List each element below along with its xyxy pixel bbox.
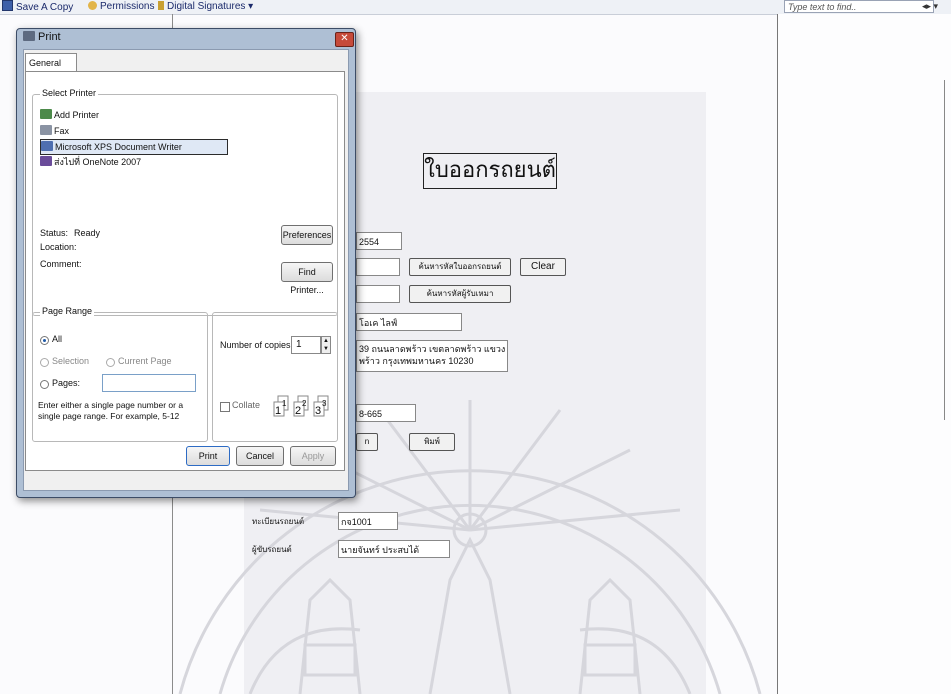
print-button[interactable]: Print [186,446,230,466]
address-line-2: พร้าว กรุงเทพมหานคร 10230 [359,356,474,366]
search-owner-button[interactable]: ค้นหารหัสผู้รับเหมา [409,285,511,303]
receipt-id-field[interactable] [356,258,400,276]
right-side-pane [778,14,951,694]
range-current-label: Current Page [118,356,172,366]
find-input[interactable]: Type text to find.. [784,0,934,13]
page-range-label: Page Range [40,306,95,316]
range-selection-label: Selection [52,356,90,366]
svg-text:1: 1 [275,405,281,417]
close-icon[interactable]: ✕ [335,32,354,47]
signature-icon [158,1,164,10]
range-selection-radio[interactable] [40,358,49,367]
range-hint: Enter either a single page number or a s… [38,400,184,421]
collate-checkbox[interactable] [220,402,230,412]
range-all-radio[interactable] [40,336,49,345]
printer-add-printer[interactable]: Add Printer [40,108,99,122]
cancel-button[interactable]: Cancel [236,446,284,466]
document-title: ใบออกรถยนต์ [423,153,557,189]
copies-input[interactable]: 1 [291,336,321,354]
right-pane-scrollbar[interactable] [944,80,950,420]
driver-label: ผู้ขับรถยนต์ [252,545,292,554]
copies-spinner[interactable]: ▲ ▼ [321,336,331,354]
printer-fax[interactable]: Fax [40,124,69,138]
apply-button[interactable]: Apply [290,446,336,466]
print-dialog: Print ✕ General Select Printer Add Print… [16,28,356,498]
svg-text:3: 3 [322,399,327,408]
general-tab-panel: Select Printer Add Printer Fax Microsoft… [25,71,345,471]
collate-label: Collate [232,400,261,410]
year-field[interactable]: 2554 [356,232,402,250]
owner-id-field[interactable] [356,285,400,303]
find-printer-button[interactable]: Find Printer... [281,262,333,295]
printer-onenote[interactable]: ส่งไปที่ OneNote 2007 [40,155,141,169]
preferences-button[interactable]: Preferences [281,225,333,245]
printer-name: Fax [54,126,70,136]
svg-text:2: 2 [302,399,307,408]
clear-button[interactable]: Clear [520,258,566,276]
status-value: Ready [74,228,101,238]
svg-text:3: 3 [315,405,321,417]
printer-name: Add Printer [54,110,100,120]
address-field[interactable]: 39 ถนนลาดพร้าว เขตลาดพร้าว แขวง พร้าว กร… [356,340,508,372]
vehicle-reg-field[interactable]: กจ1001 [338,512,398,530]
pages-input[interactable] [102,374,196,392]
range-current-radio[interactable] [106,358,115,367]
permissions-label: Permissions [100,1,155,12]
range-pages-label: Pages: [52,378,81,388]
digital-signatures-button[interactable]: Digital Signatures ▾ [158,0,253,14]
range-all-label: All [52,334,63,344]
copies-label: Number of copies: [220,340,294,350]
add-printer-icon [40,109,52,119]
address-line-1: 39 ถนนลาดพร้าว เขตลาดพร้าว แขวง [359,344,506,354]
save-copy-label: Save A Copy [16,2,74,13]
tab-general[interactable]: General [25,53,77,71]
partial-left-button[interactable]: n [356,433,378,451]
driver-field[interactable]: นายจันทร์ ประสบได้ [338,540,450,558]
fax-icon [40,125,52,135]
digital-signatures-label: Digital Signatures ▾ [167,1,254,12]
printer-name: Microsoft XPS Document Writer [55,142,182,152]
xps-printer-icon [41,141,53,151]
onenote-printer-icon [40,156,52,166]
permissions-button[interactable]: Permissions [88,0,154,14]
dialog-title: Print [23,31,61,43]
permissions-icon [88,1,97,10]
comment-label: Comment: [40,259,82,269]
vehicle-reg-label: ทะเบียนรถยนต์ [252,517,305,526]
dialog-title-text: Print [38,31,61,43]
collate-pages-icon: 11 22 33 [273,395,329,417]
printer-icon [23,31,35,41]
select-printer-label: Select Printer [40,88,99,98]
search-receipt-button[interactable]: ค้นหารหัสใบออกรถยนต์ [409,258,511,276]
save-copy-button[interactable]: Save A Copy [2,0,73,14]
print-thai-button[interactable]: พิมพ์ [409,433,455,451]
save-icon [2,0,13,11]
range-pages-radio[interactable] [40,380,49,389]
svg-text:2: 2 [295,405,301,417]
find-nav-arrows-icon[interactable]: ◂▸ ▾ [922,1,938,12]
company-field[interactable]: โอเค ไลฟ์ [356,313,462,331]
status-label: Status: [40,228,69,238]
app-toolbar: Save A Copy Permissions Digital Signatur… [0,0,951,15]
svg-text:1: 1 [282,399,287,408]
location-label: Location: [40,242,77,252]
phone-field[interactable]: 8-665 [356,404,416,422]
printer-name: ส่งไปที่ OneNote 2007 [54,157,142,167]
printer-xps-selected[interactable]: Microsoft XPS Document Writer [40,139,228,155]
